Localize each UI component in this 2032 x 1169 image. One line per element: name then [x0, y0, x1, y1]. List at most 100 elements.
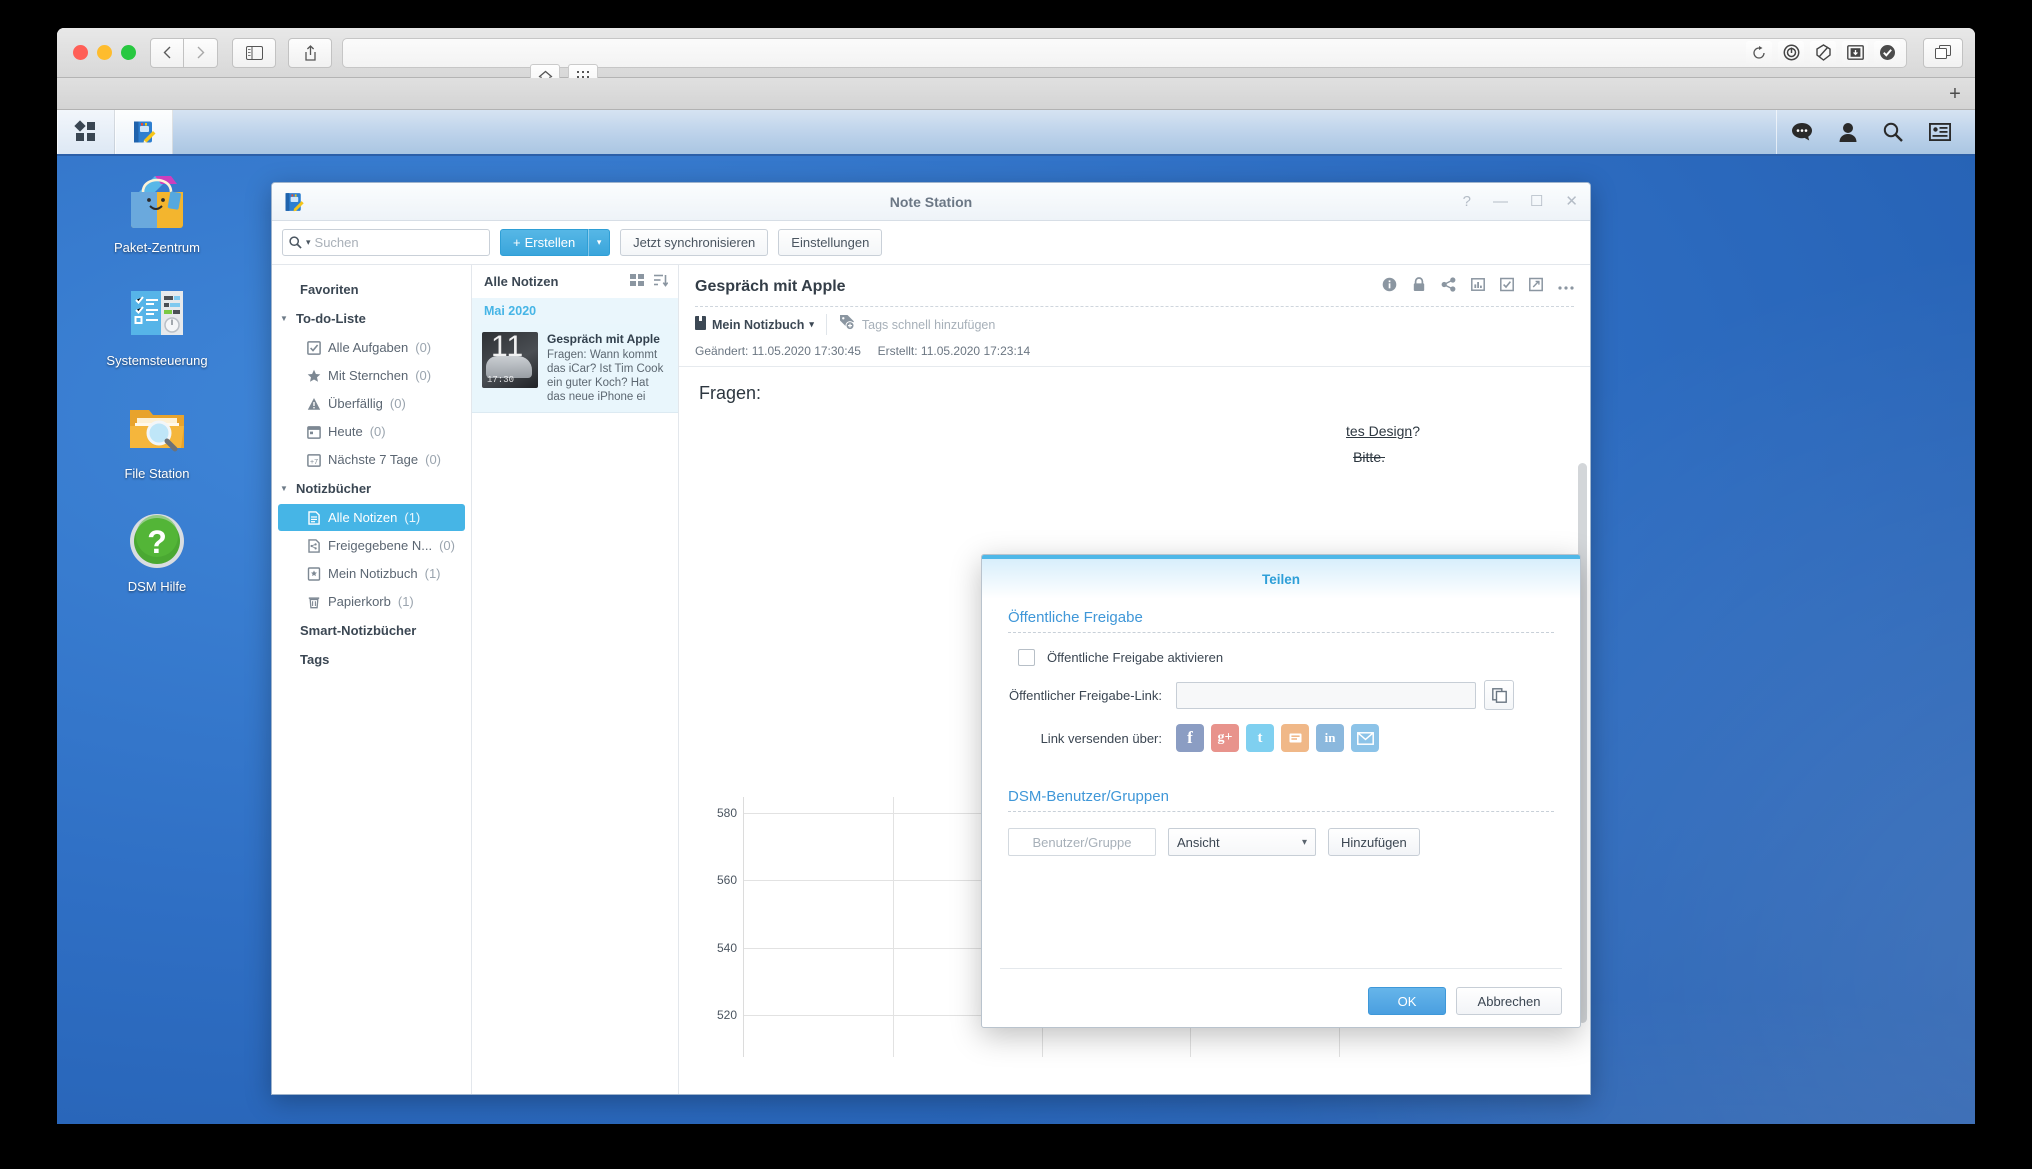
adblock-icon[interactable]	[1874, 40, 1900, 65]
window-title: Note Station	[889, 193, 973, 210]
note-thumbnail: 11 17:30	[482, 332, 538, 388]
user-group-input[interactable]: Benutzer/Gruppe	[1008, 828, 1156, 856]
twitter-icon[interactable]: t	[1246, 724, 1274, 752]
notebook-selector[interactable]: Mein Notizbuch ▾	[695, 316, 826, 333]
message-icon[interactable]	[1281, 724, 1309, 752]
section-divider	[1008, 632, 1554, 633]
facebook-icon[interactable]: f	[1176, 724, 1204, 752]
share-icon[interactable]	[1441, 277, 1456, 297]
list-item[interactable]: 11 17:30 Gespräch mit Apple Fragen: Wann…	[472, 324, 678, 413]
back-button[interactable]	[150, 37, 184, 68]
dsm-help-icon: ?	[125, 509, 189, 573]
note-meta-row: Mein Notizbuch ▾ Tags schnell hinzufügen	[695, 307, 1574, 335]
reload-icon[interactable]	[1746, 40, 1772, 65]
dsm-main-menu-button[interactable]	[57, 110, 115, 154]
notifications-icon[interactable]	[1791, 122, 1813, 142]
sidebar-group-todo[interactable]: ▼ To-do-Liste	[272, 304, 471, 333]
grid-view-icon[interactable]	[630, 273, 644, 290]
attachment-icon[interactable]	[1529, 277, 1543, 297]
sidebar-item-naechste-7-tage[interactable]: +7 Nächste 7 Tage (0)	[278, 446, 465, 473]
file-station-icon	[125, 396, 189, 460]
dialog-footer: OK Abbrechen	[1368, 987, 1562, 1015]
one-password-icon[interactable]	[1778, 40, 1804, 65]
lock-icon[interactable]	[1412, 277, 1426, 297]
search-icon[interactable]	[1883, 122, 1903, 142]
close-window-button[interactable]	[73, 45, 88, 60]
sidebar-item-mit-sternchen[interactable]: Mit Sternchen (0)	[278, 362, 465, 389]
sidebar-group-favorites[interactable]: Favoriten	[272, 275, 471, 304]
window-close-button[interactable]: ✕	[1565, 194, 1578, 209]
desktop-icon-label: Paket-Zentrum	[114, 240, 200, 255]
sidebar-item-mein-notizbuch[interactable]: Mein Notizbuch (1)	[278, 560, 465, 587]
zoom-window-button[interactable]	[121, 45, 136, 60]
chart-ytick: 580	[716, 805, 737, 820]
sidebar-item-heute[interactable]: Heute (0)	[278, 418, 465, 445]
forward-button[interactable]	[184, 37, 218, 68]
copy-link-button[interactable]	[1484, 680, 1514, 710]
linkedin-icon[interactable]: in	[1316, 724, 1344, 752]
create-dropdown-caret-icon[interactable]: ▾	[588, 229, 611, 256]
sidebar-group-tags[interactable]: Tags	[272, 645, 471, 674]
widgets-icon[interactable]	[1929, 123, 1951, 141]
desktop-icon-dsm-help[interactable]: ? DSM Hilfe	[57, 509, 257, 594]
taskbar-note-station-button[interactable]	[115, 110, 173, 154]
window-help-button[interactable]: ?	[1463, 194, 1471, 209]
note-fragment-underlined-tail: ?	[1412, 423, 1420, 439]
minimize-window-button[interactable]	[97, 45, 112, 60]
sidebar-group-smart-notizbuecher[interactable]: Smart-Notizbücher	[272, 616, 471, 645]
sync-now-button[interactable]: Jetzt synchronisieren	[620, 229, 769, 256]
dialog-footer-divider	[1000, 968, 1562, 969]
share-button[interactable]	[288, 37, 332, 68]
sidebar-item-freigegebene-notizen[interactable]: Freigegebene N... (0)	[278, 532, 465, 559]
send-via-row: Link versenden über: f g+ t in	[1008, 724, 1554, 752]
create-button[interactable]: + Erstellen	[500, 229, 589, 256]
desktop-icon-package-center[interactable]: Paket-Zentrum	[57, 170, 257, 255]
sort-icon[interactable]	[654, 274, 669, 290]
desktop-icon-control-panel[interactable]: Systemsteuerung	[57, 283, 257, 368]
window-minimize-button[interactable]: —	[1493, 194, 1508, 209]
info-icon[interactable]	[1382, 277, 1397, 297]
permission-select[interactable]: Ansicht ▾	[1168, 828, 1316, 856]
google-plus-icon[interactable]: g+	[1211, 724, 1239, 752]
ok-button[interactable]: OK	[1368, 987, 1446, 1015]
enable-public-share-checkbox[interactable]	[1018, 649, 1035, 666]
address-bar[interactable]	[342, 37, 1907, 68]
sidebar-item-count: (0)	[369, 424, 386, 439]
tags-placeholder: Tags schnell hinzufügen	[861, 317, 996, 332]
note-station-sidebar: Favoriten ▼ To-do-Liste Alle Aufgaben (0…	[272, 265, 472, 1094]
ghostery-icon[interactable]	[1810, 40, 1836, 65]
email-icon[interactable]	[1351, 724, 1379, 752]
show-tabs-button[interactable]	[1923, 37, 1963, 68]
sidebar-item-papierkorb[interactable]: Papierkorb (1)	[278, 588, 465, 615]
chart-icon[interactable]	[1471, 277, 1485, 297]
sidebar-group-notizbuecher[interactable]: ▼ Notizbücher	[272, 474, 471, 503]
sidebar-item-alle-aufgaben[interactable]: Alle Aufgaben (0)	[278, 334, 465, 361]
desktop-icon-label: DSM Hilfe	[127, 579, 187, 594]
desktop-icon-file-station[interactable]: File Station	[57, 396, 257, 481]
new-tab-button[interactable]: +	[1943, 82, 1967, 106]
tags-area[interactable]: Tags schnell hinzufügen	[825, 314, 996, 335]
sidebar-toggle-button[interactable]	[232, 37, 276, 68]
search-icon	[289, 236, 302, 249]
settings-button[interactable]: Einstellungen	[778, 229, 883, 256]
sidebar-item-count: (0)	[439, 538, 455, 553]
share-dialog: Teilen Öffentliche Freigabe Öffentliche …	[981, 554, 1581, 1028]
note-detail-header: Gespräch mit Apple Mein Notizbuch ▾ Tags…	[679, 265, 1590, 366]
user-icon[interactable]	[1839, 122, 1857, 142]
todo-icon[interactable]	[1500, 277, 1514, 297]
sidebar-item-alle-notizen[interactable]: Alle Notizen (1)	[278, 504, 465, 531]
public-link-input[interactable]	[1176, 681, 1476, 709]
sidebar-item-ueberfaellig[interactable]: Überfällig (0)	[278, 390, 465, 417]
calendar-7-icon: +7	[306, 452, 321, 467]
cancel-button[interactable]: Abbrechen	[1456, 987, 1562, 1015]
social-buttons: f g+ t in	[1176, 724, 1379, 752]
search-input[interactable]: ▾ Suchen	[282, 229, 490, 256]
add-user-button[interactable]: Hinzufügen	[1328, 828, 1420, 856]
video-download-icon[interactable]	[1842, 40, 1868, 65]
search-caret-icon[interactable]: ▾	[306, 237, 311, 248]
window-maximize-button[interactable]: ☐	[1530, 194, 1543, 209]
notebook-name: Mein Notizbuch	[712, 317, 805, 332]
more-icon[interactable]	[1558, 278, 1574, 296]
sidebar-item-label: Freigegebene N...	[328, 538, 433, 553]
send-via-label: Link versenden über:	[1040, 730, 1162, 746]
